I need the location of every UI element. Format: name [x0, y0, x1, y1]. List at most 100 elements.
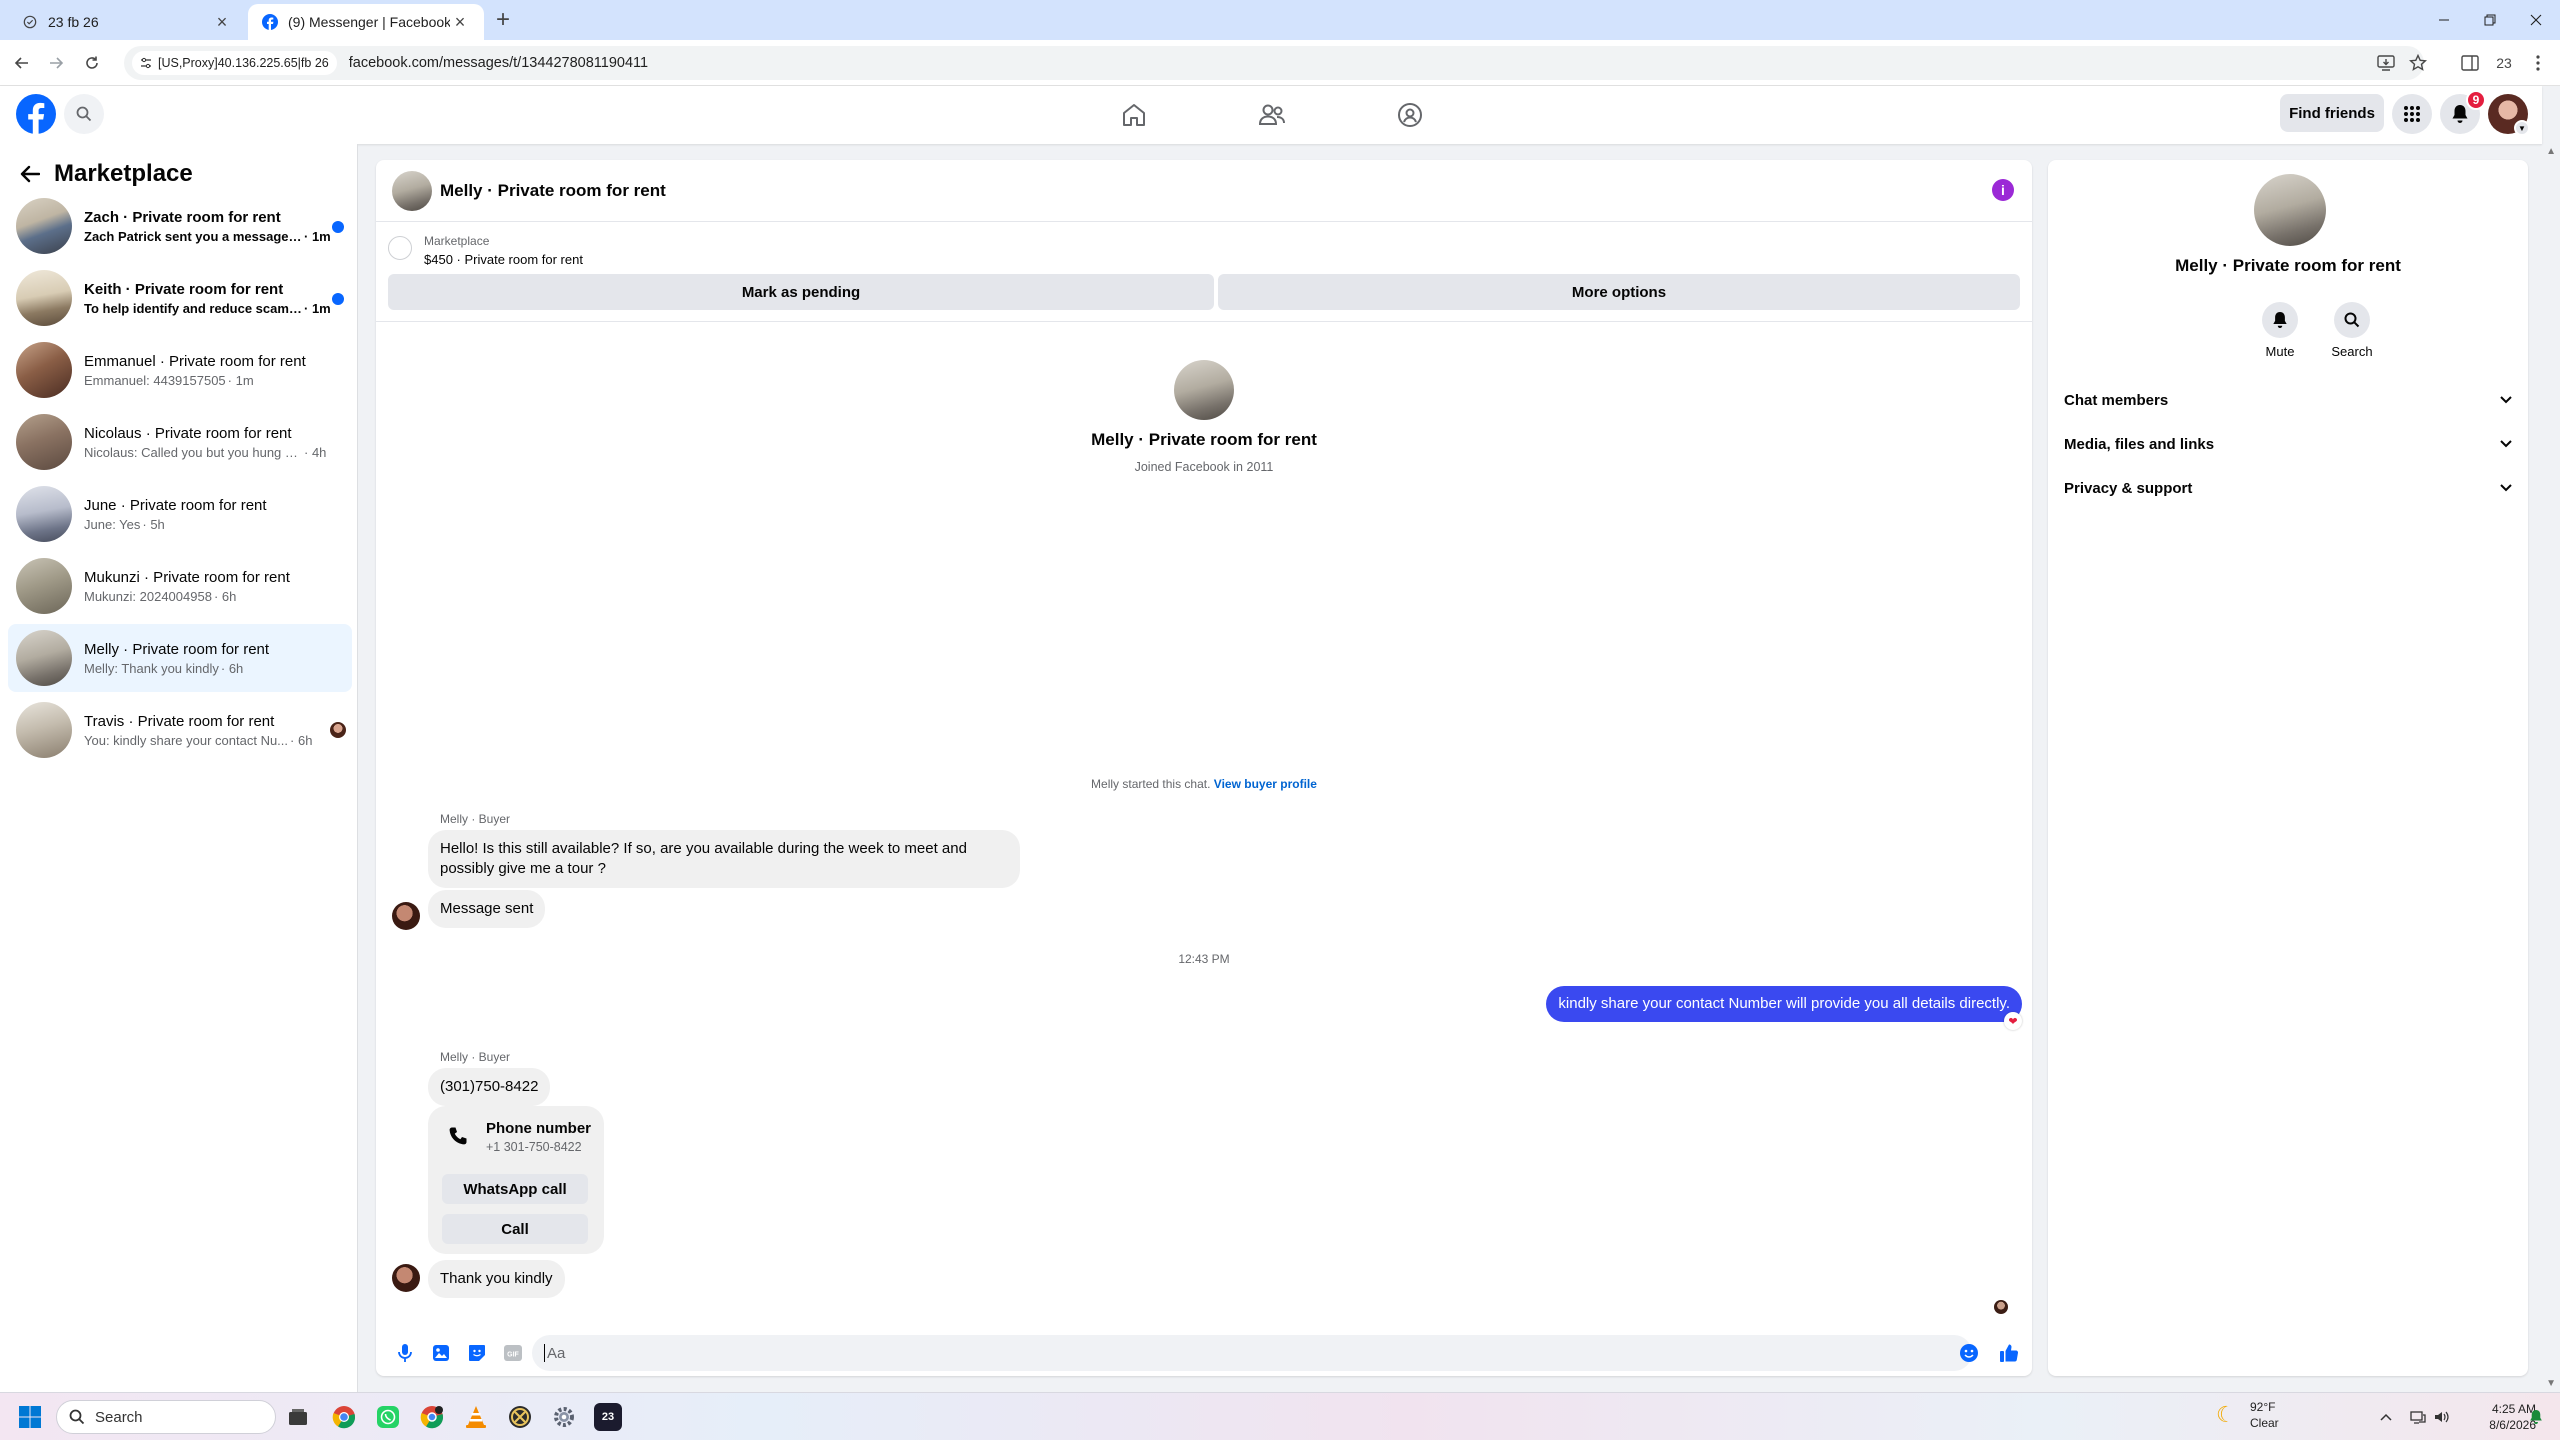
unread-dot — [332, 221, 344, 233]
notification-bell-icon[interactable] — [2526, 1407, 2546, 1427]
message-line: Hello! Is this still available? If so, a… — [440, 840, 967, 857]
tune-icon — [141, 57, 151, 69]
scrollbar-down-arrow[interactable]: ▼ — [2546, 1378, 2556, 1389]
back-arrow-icon[interactable] — [16, 160, 44, 188]
chevron-down-icon — [2500, 440, 2512, 448]
listing-thumbnail[interactable] — [388, 236, 412, 260]
conversation-item[interactable]: Mukunzi · Private room for rent Mukunzi:… — [8, 552, 352, 620]
vlc-icon[interactable] — [462, 1403, 490, 1431]
minimize-icon[interactable] — [2420, 0, 2468, 40]
search-in-chat-button[interactable]: Search — [2322, 302, 2382, 359]
install-app-icon[interactable] — [2372, 49, 2400, 77]
chat-title[interactable]: Melly · Private room for rent — [440, 181, 666, 201]
browser-tab-inactive[interactable]: 23 fb 26 × — [8, 4, 246, 40]
chrome-icon[interactable] — [330, 1403, 358, 1431]
incoming-message[interactable]: (301)750-8422 — [428, 1068, 551, 1106]
bookmark-star-icon[interactable] — [2404, 49, 2432, 77]
photo-icon[interactable] — [430, 1342, 452, 1364]
conversation-item-selected[interactable]: Melly · Private room for rent Melly: Tha… — [8, 624, 352, 692]
outgoing-message[interactable]: kindly share your contact Number will pr… — [1546, 986, 2022, 1022]
mark-as-pending-button[interactable]: Mark as pending — [388, 274, 1214, 310]
find-friends-button[interactable]: Find friends — [2280, 94, 2384, 132]
friends-icon[interactable] — [1252, 96, 1292, 134]
incoming-message[interactable]: Message sent — [428, 890, 546, 928]
mute-label: Mute — [2265, 344, 2295, 359]
chat-members-row[interactable]: Chat members — [2056, 378, 2520, 422]
conversation-name: Emmanuel · Private room for rent — [84, 352, 306, 370]
facebook-top-bar: Find friends 9 ▼ — [0, 86, 2542, 144]
facebook-search-button[interactable] — [64, 94, 104, 134]
whatsapp-icon[interactable] — [374, 1403, 402, 1431]
listing-thumbnail — [16, 558, 72, 614]
proxy-label: [US,Proxy]40.136.225.65|fb 26 — [158, 56, 329, 70]
info-icon[interactable]: i — [1992, 179, 2014, 201]
emoji-icon[interactable] — [1958, 1342, 1980, 1364]
sender-avatar — [392, 1264, 420, 1292]
network-icon[interactable] — [2408, 1407, 2428, 1427]
close-window-icon[interactable] — [2512, 0, 2560, 40]
site-info-chip[interactable]: [US,Proxy]40.136.225.65|fb 26 — [132, 51, 337, 75]
incoming-message[interactable]: Hello! Is this still available? If so, a… — [428, 830, 1020, 888]
new-tab-plus-icon[interactable]: + — [490, 8, 516, 34]
privacy-support-row[interactable]: Privacy & support — [2056, 466, 2520, 510]
bell-icon — [2262, 302, 2298, 338]
conversation-item[interactable]: Emmanuel · Private room for rent Emmanue… — [8, 336, 352, 404]
taskbar-search[interactable]: Search — [56, 1400, 276, 1434]
weather-widget[interactable]: ☾ 92°F Clear — [2216, 1399, 2279, 1431]
media-files-links-row[interactable]: Media, files and links — [2056, 422, 2520, 466]
browser-tab-active[interactable]: (9) Messenger | Facebook × — [248, 4, 484, 40]
sticker-icon[interactable] — [466, 1342, 488, 1364]
xbox-icon[interactable] — [506, 1403, 534, 1431]
windows-start-icon[interactable] — [18, 1405, 42, 1429]
close-tab-icon[interactable]: × — [212, 12, 232, 32]
chevron-down-icon[interactable]: ▼ — [2514, 120, 2530, 136]
conversation-item[interactable]: Keith · Private room for rent To help id… — [8, 264, 352, 332]
mute-button[interactable]: Mute — [2250, 302, 2310, 359]
weather-desc: Clear — [2250, 1416, 2279, 1430]
browser-menu-icon[interactable] — [2524, 49, 2552, 77]
volume-icon[interactable] — [2432, 1407, 2452, 1427]
chat-info-panel: Melly · Private room for rent Mute Searc… — [2048, 160, 2528, 1376]
close-tab-icon[interactable]: × — [450, 12, 470, 32]
taskbar-clock[interactable]: 4:25 AM 8/6/2026 — [2458, 1401, 2536, 1433]
home-icon[interactable] — [1114, 96, 1154, 134]
call-button[interactable]: Call — [442, 1214, 588, 1244]
chat-panel: Melly · Private room for rent i Marketpl… — [376, 160, 2032, 1376]
intro-joined: Joined Facebook in 2011 — [1134, 460, 1274, 474]
active-app-badge: 23 — [601, 1411, 615, 1423]
side-panel-icon[interactable] — [2456, 49, 2484, 77]
forward-arrow-icon[interactable] — [42, 49, 70, 77]
menu-grid-button[interactable] — [2392, 94, 2432, 134]
thumbs-up-icon[interactable] — [1998, 1342, 2020, 1364]
message-input[interactable]: Aa — [532, 1335, 1972, 1371]
conversation-item[interactable]: Zach · Private room for rent Zach Patric… — [8, 192, 352, 260]
facebook-logo-icon[interactable] — [16, 94, 56, 134]
scrollbar-up-arrow[interactable]: ▲ — [2546, 146, 2556, 157]
reload-icon[interactable] — [78, 49, 106, 77]
view-buyer-profile-link[interactable]: View buyer profile — [1214, 777, 1317, 791]
conversation-time: · 6h — [220, 660, 244, 676]
chevron-up-icon[interactable] — [2376, 1407, 2396, 1427]
task-view-icon[interactable] — [284, 1403, 312, 1431]
listing-title[interactable]: $450 · Private room for rent — [424, 252, 583, 267]
back-arrow-icon[interactable] — [8, 49, 36, 77]
conversation-item[interactable]: Nicolaus · Private room for rent Nicolau… — [8, 408, 352, 476]
groups-icon[interactable] — [1390, 96, 1430, 134]
chrome-profile-icon[interactable] — [418, 1403, 446, 1431]
more-options-button[interactable]: More options — [1218, 274, 2020, 310]
heart-reaction-icon[interactable]: ❤ — [2004, 1012, 2022, 1030]
gif-icon[interactable]: GIF — [502, 1342, 524, 1364]
restore-icon[interactable] — [2466, 0, 2514, 40]
address-bar[interactable]: [US,Proxy]40.136.225.65|fb 26 facebook.c… — [124, 46, 2424, 80]
active-app-icon[interactable]: 23 — [594, 1403, 622, 1431]
incoming-message[interactable]: Thank you kindly — [428, 1260, 565, 1298]
conversation-item[interactable]: June · Private room for rent June: Yes · … — [8, 480, 352, 548]
profile-button[interactable]: 23 — [2490, 49, 2518, 77]
intro-name: Melly · Private room for rent — [1091, 430, 1317, 449]
conversation-item[interactable]: Travis · Private room for rent You: kind… — [8, 696, 352, 764]
conversation-preview: To help identify and reduce scams... — [84, 300, 302, 316]
chat-avatar[interactable] — [392, 171, 432, 211]
microphone-icon[interactable] — [394, 1342, 416, 1364]
settings-gear-icon[interactable] — [550, 1403, 578, 1431]
whatsapp-call-button[interactable]: WhatsApp call — [442, 1174, 588, 1204]
